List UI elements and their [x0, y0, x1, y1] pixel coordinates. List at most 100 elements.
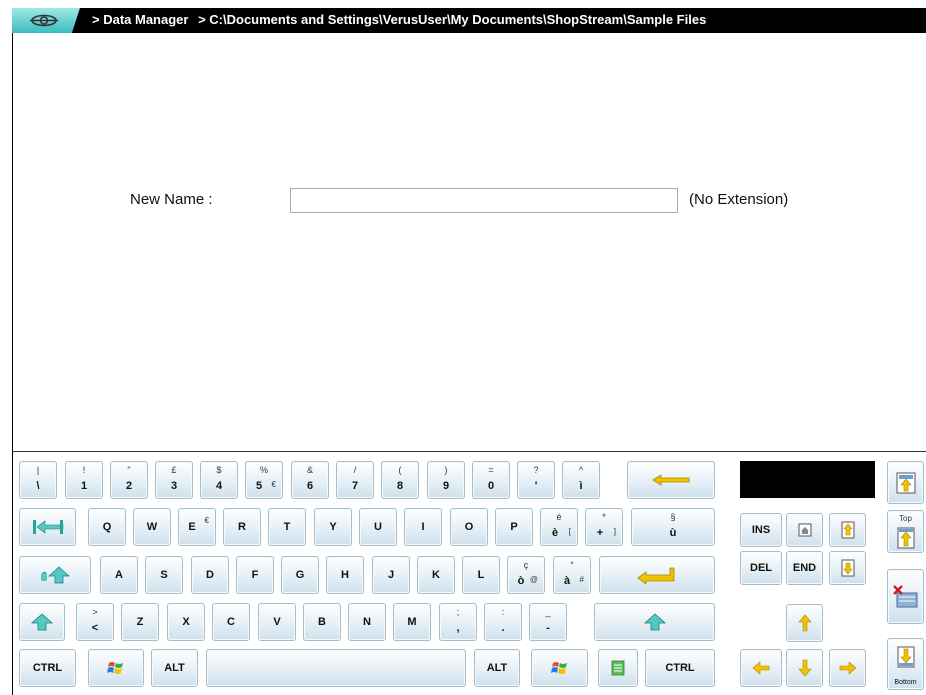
- key-top[interactable]: Top: [887, 510, 924, 553]
- key-char: W: [146, 521, 158, 533]
- key-w[interactable]: W: [133, 508, 171, 546]
- key-arrow-up[interactable]: [786, 604, 823, 642]
- scroll-top-icon: [888, 523, 923, 552]
- key-bottom[interactable]: Bottom: [887, 638, 924, 690]
- key-4[interactable]: $4: [200, 461, 238, 499]
- key-windows-right[interactable]: [531, 649, 588, 687]
- key-1[interactable]: ! 1: [65, 461, 103, 499]
- key-space[interactable]: [206, 649, 466, 687]
- key-period[interactable]: :.: [484, 603, 522, 641]
- key-2[interactable]: " 2: [110, 461, 148, 499]
- key-shift-left[interactable]: [19, 603, 65, 641]
- key-char: X: [182, 616, 190, 628]
- key-char: 7: [351, 480, 359, 492]
- key-8[interactable]: (8: [381, 461, 419, 499]
- key-label: CTRL: [32, 662, 63, 674]
- key-e[interactable]: E €: [178, 508, 216, 546]
- key-6[interactable]: & 6: [291, 461, 329, 499]
- key-comma[interactable]: ;,: [439, 603, 477, 641]
- key-v[interactable]: V: [258, 603, 296, 641]
- key-delete[interactable]: DEL: [740, 551, 782, 585]
- key-arrow-left[interactable]: [740, 649, 782, 687]
- key-q[interactable]: Q: [88, 508, 126, 546]
- key-7[interactable]: /7: [336, 461, 374, 499]
- key-r[interactable]: R: [223, 508, 261, 546]
- key-shift-char: *: [602, 512, 606, 522]
- key-home[interactable]: [786, 513, 823, 547]
- new-name-input[interactable]: [290, 188, 678, 213]
- key-tab[interactable]: [19, 508, 76, 546]
- key-close-keyboard[interactable]: [887, 569, 924, 624]
- key-h[interactable]: H: [326, 556, 364, 594]
- key-o[interactable]: O: [450, 508, 488, 546]
- key-windows-left[interactable]: [88, 649, 144, 687]
- key-b[interactable]: B: [303, 603, 341, 641]
- key-m[interactable]: M: [393, 603, 431, 641]
- key-ctrl-right[interactable]: CTRL: [645, 649, 715, 687]
- key-alt-right[interactable]: ALT: [474, 649, 520, 687]
- key-label: CTRL: [665, 662, 695, 674]
- key-caps-lock[interactable]: [19, 556, 91, 594]
- key-shift-char: £: [171, 465, 177, 475]
- key-scroll-up[interactable]: [887, 461, 924, 504]
- app-logo[interactable]: [12, 8, 80, 33]
- key-plus[interactable]: * +]: [585, 508, 623, 546]
- key-i[interactable]: I: [404, 508, 442, 546]
- key-0[interactable]: = 0: [472, 461, 510, 499]
- breadcrumb-data-manager[interactable]: > Data Manager: [92, 12, 188, 27]
- key-d[interactable]: D: [191, 556, 229, 594]
- key-t[interactable]: T: [268, 508, 306, 546]
- key-n[interactable]: N: [348, 603, 386, 641]
- enter-arrow-icon: [600, 557, 714, 593]
- key-backspace[interactable]: [627, 461, 715, 499]
- key-k[interactable]: K: [417, 556, 455, 594]
- key-3[interactable]: £3: [155, 461, 193, 499]
- key-z[interactable]: Z: [121, 603, 159, 641]
- key-ctrl-left[interactable]: CTRL: [19, 649, 76, 687]
- key-s[interactable]: S: [145, 556, 183, 594]
- key-insert[interactable]: INS: [740, 513, 782, 547]
- key-c[interactable]: C: [212, 603, 250, 641]
- key-char: à: [563, 575, 571, 587]
- key-alt-left[interactable]: ALT: [151, 649, 198, 687]
- key-x[interactable]: X: [167, 603, 205, 641]
- key-u-grave[interactable]: § ù: [631, 508, 715, 546]
- key-a[interactable]: A: [100, 556, 138, 594]
- key-minus[interactable]: _ -: [529, 603, 567, 641]
- windows-logo-icon: [532, 650, 587, 686]
- key-u[interactable]: U: [359, 508, 397, 546]
- key-apostrophe[interactable]: ? ': [517, 461, 555, 499]
- key-j[interactable]: J: [372, 556, 410, 594]
- key-alt-char: @: [529, 575, 538, 584]
- key-alt-char: [: [568, 527, 571, 536]
- key-shift-char: ": [127, 465, 131, 475]
- key-9[interactable]: ) 9: [427, 461, 465, 499]
- key-menu[interactable]: [598, 649, 638, 687]
- breadcrumb-path: > C:\Documents and Settings\VerusUser\My…: [198, 12, 707, 27]
- arrow-down-icon: [787, 650, 822, 686]
- key-arrow-right[interactable]: [829, 649, 866, 687]
- key-e-grave[interactable]: é è [: [540, 508, 578, 546]
- key-backslash[interactable]: | \: [19, 461, 57, 499]
- key-page-down[interactable]: [829, 551, 866, 585]
- key-shift-char: /: [353, 465, 357, 475]
- key-end[interactable]: END: [786, 551, 823, 585]
- key-shift-right[interactable]: [594, 603, 715, 641]
- key-p[interactable]: P: [495, 508, 533, 546]
- key-o-grave[interactable]: ç ò @: [507, 556, 545, 594]
- key-alt-char: ]: [613, 527, 616, 536]
- key-5[interactable]: % 5 €: [245, 461, 283, 499]
- key-g[interactable]: G: [281, 556, 319, 594]
- key-i-grave[interactable]: ^ ì: [562, 461, 600, 499]
- key-page-up[interactable]: [829, 513, 866, 547]
- key-arrow-down[interactable]: [786, 649, 823, 687]
- key-l[interactable]: L: [462, 556, 500, 594]
- key-a-grave[interactable]: ° à #: [553, 556, 591, 594]
- key-enter[interactable]: [599, 556, 715, 594]
- key-f[interactable]: F: [236, 556, 274, 594]
- key-shift-char: _: [545, 607, 551, 617]
- key-y[interactable]: Y: [314, 508, 352, 546]
- key-less-than[interactable]: > <: [76, 603, 114, 641]
- key-char: 5: [255, 480, 263, 492]
- key-shift-char: ): [444, 465, 448, 475]
